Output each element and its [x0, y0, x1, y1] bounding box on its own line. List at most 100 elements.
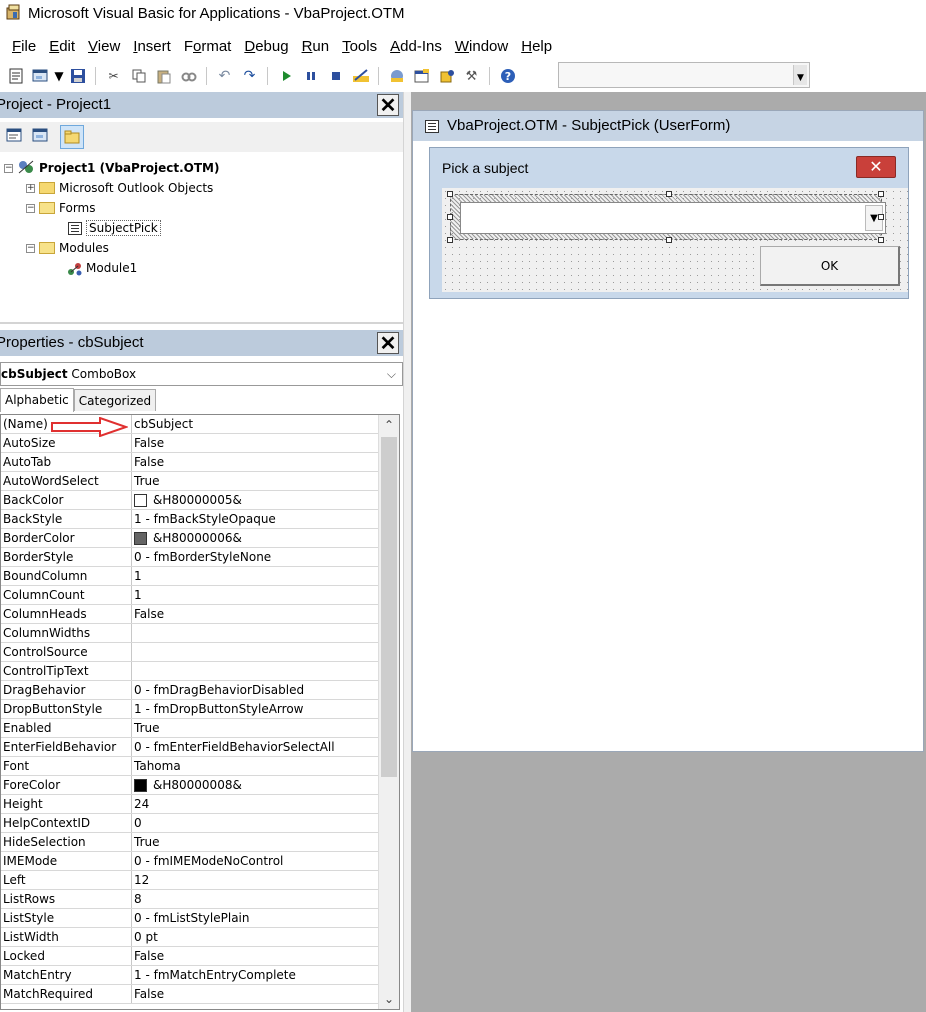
property-row[interactable]: ColumnHeads False — [1, 605, 378, 624]
property-value[interactable] — [132, 643, 378, 661]
property-value[interactable]: 8 — [132, 890, 378, 908]
properties-window-icon[interactable] — [412, 67, 431, 85]
menu-item[interactable]: Window — [449, 38, 515, 55]
tree-node-module1[interactable]: Module1 — [66, 258, 137, 278]
reset-icon[interactable] — [326, 67, 345, 85]
expand-icon[interactable]: + — [26, 183, 35, 193]
ok-button[interactable]: OK — [760, 246, 900, 286]
property-row[interactable]: DropButtonStyle 1 - fmDropButtonStyleArro… — [1, 700, 378, 719]
property-row[interactable]: ListStyle 0 - fmListStylePlain — [1, 909, 378, 928]
menu-item[interactable]: View — [82, 38, 127, 55]
tab-alphabetic[interactable]: Alphabetic — [0, 388, 74, 412]
help-icon[interactable]: ? — [498, 67, 517, 85]
menu-item[interactable]: Insert — [127, 38, 178, 55]
menu-item[interactable]: File — [0, 38, 43, 55]
chevron-down-icon[interactable]: ▼ — [793, 65, 807, 85]
property-row[interactable]: ListWidth 0 pt — [1, 928, 378, 947]
scroll-up-icon[interactable]: ⌃ — [379, 415, 399, 435]
property-row[interactable]: AutoTab False — [1, 453, 378, 472]
scroll-down-icon[interactable]: ⌄ — [379, 989, 399, 1009]
menu-item[interactable]: Tools — [336, 38, 384, 55]
run-icon[interactable] — [276, 67, 295, 85]
view-object-icon[interactable] — [32, 127, 52, 146]
userform[interactable]: Pick a subject ✕ ▼ OK — [429, 147, 909, 299]
subject-combobox[interactable]: ▼ — [460, 202, 886, 234]
find-icon[interactable] — [179, 67, 198, 85]
collapse-icon[interactable]: − — [26, 203, 35, 213]
property-value[interactable]: 12 — [132, 871, 378, 889]
resize-handle[interactable] — [447, 214, 453, 220]
property-row[interactable]: IMEMode 0 - fmIMEModeNoControl — [1, 852, 378, 871]
property-row[interactable]: ControlTipText — [1, 662, 378, 681]
property-row[interactable]: MatchEntry 1 - fmMatchEntryComplete — [1, 966, 378, 985]
redo-icon[interactable]: ↷ — [240, 67, 259, 85]
properties-object-selector[interactable]: cbSubject ComboBox ⌵ — [0, 362, 403, 386]
property-value[interactable]: 1 - fmMatchEntryComplete — [132, 966, 378, 984]
property-row[interactable]: AutoWordSelect True — [1, 472, 378, 491]
property-value[interactable]: 0 - fmDragBehaviorDisabled — [132, 681, 378, 699]
property-value[interactable]: False — [132, 453, 378, 471]
property-value[interactable]: False — [132, 434, 378, 452]
property-value[interactable]: Tahoma — [132, 757, 378, 775]
property-row[interactable]: ColumnCount 1 — [1, 586, 378, 605]
property-value[interactable]: &H80000008& — [132, 776, 378, 794]
resize-handle[interactable] — [666, 191, 672, 197]
property-value[interactable]: False — [132, 985, 378, 1003]
insert-userform-icon[interactable] — [31, 67, 50, 85]
property-value[interactable]: 24 — [132, 795, 378, 813]
tree-node-outlook-objects[interactable]: + Microsoft Outlook Objects — [26, 178, 213, 198]
save-icon[interactable] — [68, 67, 87, 85]
property-row[interactable]: MatchRequired False — [1, 985, 378, 1004]
project-explorer-icon[interactable] — [387, 67, 406, 85]
property-value[interactable]: 0 - fmIMEModeNoControl — [132, 852, 378, 870]
properties-scrollbar[interactable]: ⌃ ⌄ — [378, 415, 399, 1009]
property-row[interactable]: Left 12 — [1, 871, 378, 890]
property-row[interactable]: BoundColumn 1 — [1, 567, 378, 586]
menu-item[interactable]: Format — [178, 38, 239, 55]
menu-item[interactable]: Add-Ins — [384, 38, 449, 55]
property-row[interactable]: HelpContextID 0 — [1, 814, 378, 833]
property-value[interactable]: cbSubject — [132, 415, 378, 433]
tree-node-forms[interactable]: − Forms — [26, 198, 95, 218]
pane-splitter[interactable] — [403, 92, 411, 1012]
property-value[interactable]: False — [132, 947, 378, 965]
menu-item[interactable]: Debug — [238, 38, 295, 55]
property-row[interactable]: BackStyle 1 - fmBackStyleOpaque — [1, 510, 378, 529]
tree-node-project[interactable]: − Project1 (VbaProject.OTM) — [4, 158, 219, 178]
property-value[interactable]: 1 — [132, 567, 378, 585]
view-code-icon[interactable] — [6, 127, 26, 146]
property-value[interactable]: &H80000006& — [132, 529, 378, 547]
close-icon[interactable]: ✕ — [377, 94, 399, 117]
menu-item[interactable]: Help — [515, 38, 559, 55]
close-icon[interactable]: ✕ — [377, 332, 399, 355]
property-value[interactable] — [132, 624, 378, 642]
property-row[interactable]: Enabled True — [1, 719, 378, 738]
tab-categorized[interactable]: Categorized — [73, 389, 157, 411]
property-value[interactable]: 1 — [132, 586, 378, 604]
chevron-down-icon[interactable]: ▼ — [54, 67, 63, 85]
toolbox-icon[interactable]: ⚒ — [462, 67, 481, 85]
collapse-icon[interactable]: − — [26, 243, 35, 253]
property-value[interactable]: 1 - fmDropButtonStyleArrow — [132, 700, 378, 718]
collapse-icon[interactable]: − — [4, 163, 13, 173]
chevron-down-icon[interactable]: ⌵ — [387, 363, 396, 385]
design-mode-icon[interactable] — [351, 67, 370, 85]
copy-icon[interactable] — [129, 67, 148, 85]
property-row[interactable]: Font Tahoma — [1, 757, 378, 776]
property-value[interactable]: 0 pt — [132, 928, 378, 946]
property-value[interactable]: &H80000005& — [132, 491, 378, 509]
property-row[interactable]: ControlSource — [1, 643, 378, 662]
menu-item[interactable]: Run — [296, 38, 337, 55]
toolbar-location-box[interactable]: ▼ — [558, 62, 810, 88]
close-icon[interactable]: ✕ — [856, 156, 896, 178]
property-row[interactable]: BackColor &H80000005& — [1, 491, 378, 510]
object-browser-icon[interactable] — [437, 67, 456, 85]
resize-handle[interactable] — [878, 214, 884, 220]
property-value[interactable]: 1 - fmBackStyleOpaque — [132, 510, 378, 528]
property-row[interactable]: ListRows 8 — [1, 890, 378, 909]
menu-item[interactable]: Edit — [43, 38, 82, 55]
property-row[interactable]: ColumnWidths — [1, 624, 378, 643]
toggle-folders-icon[interactable] — [60, 125, 84, 149]
property-value[interactable] — [132, 662, 378, 680]
property-value[interactable]: False — [132, 605, 378, 623]
